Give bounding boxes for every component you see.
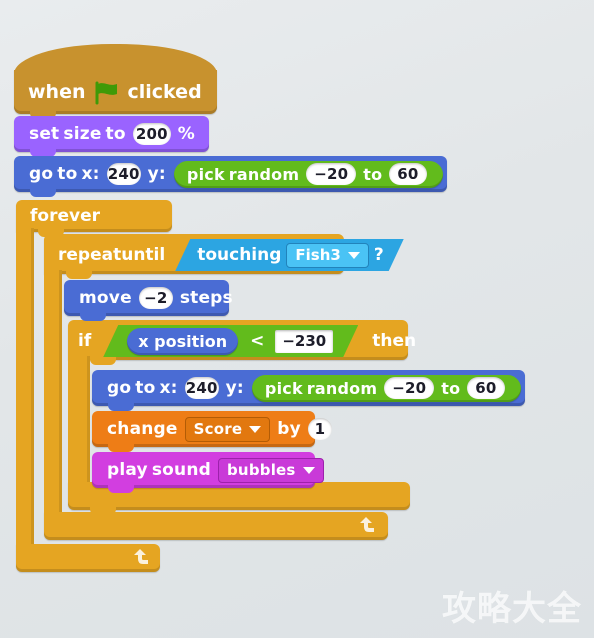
- repeat-until-header[interactable]: repeat until touching Fish3 ?: [58, 240, 404, 270]
- random-from-input[interactable]: −20: [306, 163, 357, 185]
- watermark: 攻略大全: [442, 589, 582, 629]
- loop-arrow-icon: [360, 517, 374, 532]
- steps-label: steps: [179, 288, 233, 308]
- loop-arrow-icon: [134, 549, 148, 564]
- pick-random-reporter-inner[interactable]: pick random −20 to 60: [251, 374, 521, 402]
- by-label: by: [277, 419, 301, 439]
- touching-target-value: Fish3: [295, 246, 341, 264]
- when-flag-clicked-block[interactable]: when clicked: [14, 44, 217, 119]
- green-flag-icon: [94, 81, 120, 105]
- x-label: x:: [81, 164, 100, 184]
- variable-name-value: Score: [193, 420, 243, 438]
- forever-block-spine: [16, 228, 34, 548]
- x-label: x:: [159, 378, 178, 398]
- to-label: to: [105, 124, 126, 144]
- set-size-block[interactable]: set size to 200 %: [14, 116, 209, 157]
- chevron-down-icon: [348, 252, 360, 259]
- forever-block-bottom[interactable]: [16, 544, 160, 572]
- x-value-input[interactable]: 240: [184, 377, 219, 399]
- repeat-until-block-bottom[interactable]: [44, 512, 388, 540]
- sound-label: sound: [151, 460, 211, 480]
- go-to-xy-block-outer[interactable]: go to x: 240 y: pick random −20 to 60: [14, 156, 447, 197]
- size-value-input[interactable]: 200: [132, 123, 171, 145]
- if-label: if: [78, 331, 92, 351]
- move-steps-block[interactable]: move −2 steps: [64, 280, 233, 321]
- touching-boolean-block[interactable]: touching Fish3 ?: [175, 239, 404, 271]
- clicked-label: clicked: [127, 81, 202, 103]
- change-variable-block[interactable]: change Score by 1: [92, 411, 332, 452]
- variable-dropdown[interactable]: Score: [184, 416, 271, 442]
- pick-label: pick: [264, 378, 303, 398]
- change-amount-input[interactable]: 1: [307, 418, 332, 440]
- pick-label: pick: [186, 164, 225, 184]
- y-label: y:: [147, 164, 166, 184]
- less-than-operator-label: <: [250, 331, 265, 351]
- random-from-input[interactable]: −20: [384, 377, 435, 399]
- move-label: move: [79, 288, 132, 308]
- x-position-reporter[interactable]: x position: [127, 328, 238, 355]
- random-label: random: [228, 164, 300, 184]
- change-label: change: [107, 419, 178, 439]
- play-label: play: [107, 460, 148, 480]
- chevron-down-icon: [249, 425, 262, 433]
- when-label: when: [28, 81, 86, 103]
- touching-target-dropdown[interactable]: Fish3: [286, 243, 368, 268]
- question-mark-label: ?: [373, 245, 384, 265]
- sound-name-value: bubbles: [227, 461, 296, 479]
- repeat-label: repeat: [58, 245, 122, 265]
- to-label: to: [135, 378, 156, 398]
- forever-label: forever: [30, 206, 100, 226]
- set-label: set: [29, 124, 60, 144]
- go-label: go: [107, 378, 132, 398]
- repeat-until-block-spine: [44, 270, 62, 518]
- percent-label: %: [177, 124, 195, 144]
- go-label: go: [29, 164, 54, 184]
- y-label: y:: [225, 378, 244, 398]
- less-than-right-input[interactable]: −230: [275, 330, 333, 353]
- scratch-script-canvas: forever when clicked set size to 200 % g…: [0, 0, 594, 638]
- x-value-input[interactable]: 240: [106, 163, 141, 185]
- then-label: then: [372, 331, 417, 351]
- random-until-input[interactable]: 60: [389, 163, 427, 185]
- go-to-xy-block-inner[interactable]: go to x: 240 y: pick random −20 to 60: [92, 370, 525, 411]
- sound-name-dropdown[interactable]: bubbles: [218, 457, 324, 483]
- touching-label: touching: [197, 245, 282, 265]
- hat-dome: [14, 44, 217, 74]
- chevron-down-icon: [302, 466, 315, 474]
- play-sound-block[interactable]: play sound bubbles: [92, 452, 324, 493]
- pick-random-reporter-outer[interactable]: pick random −20 to 60: [173, 160, 443, 188]
- if-then-header[interactable]: if x position < −230 then: [78, 326, 416, 356]
- random-to-label: to: [363, 164, 383, 184]
- until-label: until: [121, 245, 166, 265]
- random-until-input[interactable]: 60: [467, 377, 505, 399]
- to-label: to: [57, 164, 78, 184]
- if-then-block-spine: [68, 356, 90, 486]
- move-steps-input[interactable]: −2: [138, 287, 173, 309]
- random-label: random: [306, 378, 378, 398]
- less-than-boolean-block[interactable]: x position < −230: [103, 325, 358, 357]
- forever-block-top[interactable]: forever: [16, 200, 172, 237]
- size-label: size: [63, 124, 102, 144]
- random-to-label: to: [441, 378, 461, 398]
